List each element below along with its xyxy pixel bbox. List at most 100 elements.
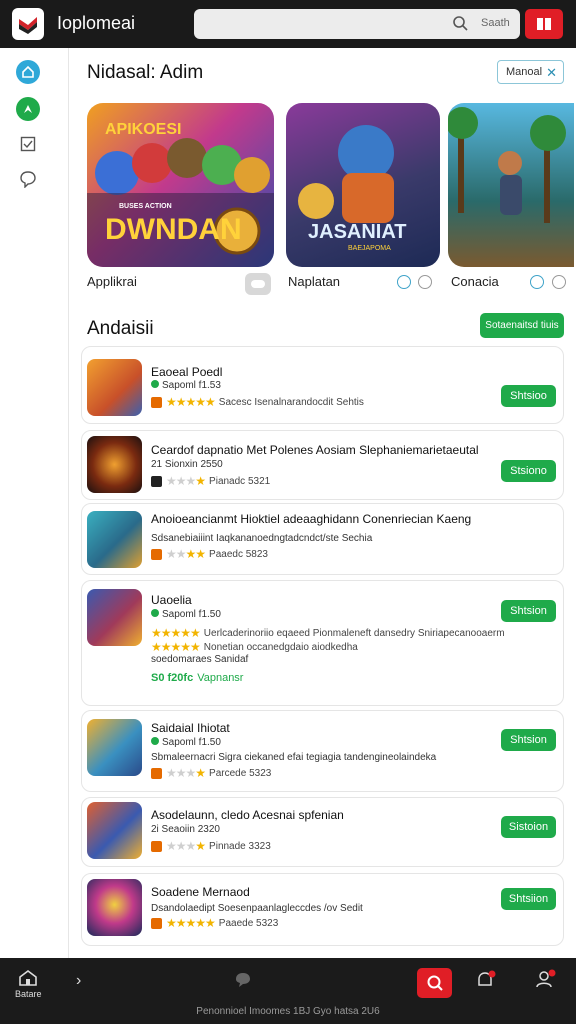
- profile-icon[interactable]: [534, 969, 556, 991]
- card-art-top: APIKOESI: [105, 121, 182, 138]
- card-art-title: JASANIAT: [308, 221, 407, 243]
- item-meta: Paaedc 5823: [209, 548, 268, 560]
- featured-card-1[interactable]: APIKOESI BUSES ACTION DWNDAN: [87, 103, 274, 267]
- search-icon: [427, 975, 443, 991]
- library-button[interactable]: [525, 9, 563, 39]
- install-button[interactable]: Sistoion: [501, 816, 556, 838]
- rail-home-icon[interactable]: [16, 60, 40, 84]
- see-all-button[interactable]: Sotaenaitsd tiuis: [480, 313, 564, 338]
- list-item[interactable]: Asodelaunn, cledo Acesnai spfenian 2i Se…: [81, 797, 564, 867]
- favorite-icon[interactable]: [530, 275, 544, 289]
- rating-badge-icon: [151, 548, 162, 560]
- rating-badge-icon: [151, 475, 162, 487]
- book-icon: [537, 18, 551, 30]
- game-thumbnail: [87, 359, 142, 416]
- rating-badge-icon: [151, 767, 162, 779]
- manage-button[interactable]: Manoal ✕: [497, 60, 564, 84]
- app-title: Ioplomeai: [57, 13, 136, 33]
- item-sub: Sdsanebiaiiint Iaqkananoedngtadcndct/ste…: [151, 533, 373, 544]
- list-item[interactable]: Uaoelia Sapoml f1.50 ★★★★★ Uerlcaderinori…: [81, 580, 564, 706]
- install-button[interactable]: Shtsioo: [501, 385, 556, 407]
- game-thumbnail: [87, 879, 142, 936]
- search-bar[interactable]: Saath: [194, 9, 520, 39]
- item-meta: Paaede 5323: [218, 917, 279, 929]
- item-sub: 21 Sionxin 2550: [151, 459, 223, 470]
- item-meta-line2: Nonetian occanedgdaio aiodkedha: [203, 641, 358, 653]
- item-title: Ceardof dapnatio Met Polenes Aosiam Slep…: [151, 443, 479, 457]
- item-meta-line1: Sbmaleernacri Sigra ciekaned efai tegiag…: [151, 752, 437, 763]
- item-sub: Sapoml f1.50: [162, 737, 221, 748]
- featured-title: Nidasal: Adim: [87, 62, 204, 83]
- app-logo[interactable]: [12, 8, 44, 40]
- verified-icon: [151, 737, 159, 745]
- item-sub: 2i Seaoiin 2320: [151, 824, 220, 835]
- featured-card-3-label: Conacia: [451, 274, 499, 289]
- game-thumbnail: [87, 719, 142, 776]
- rating-badge-icon: [151, 917, 162, 929]
- search-icon: [452, 15, 468, 36]
- game-art-image: [448, 107, 566, 223]
- verified-icon: [151, 380, 159, 388]
- info-icon[interactable]: [552, 275, 566, 289]
- item-title: Asodelaunn, cledo Acesnai spfenian: [151, 808, 344, 822]
- item-sub: Dsandolaedipt Soesenpaanlagleccdes /ov S…: [151, 903, 363, 914]
- card-art-sub: BUSES ACTION: [119, 203, 172, 210]
- item-title: Soadene Mernaod: [151, 885, 250, 899]
- rating-stars: ★★★★★: [151, 626, 201, 640]
- list-item[interactable]: Saidaial Ihiotat Sapoml f1.50 Sbmaleerna…: [81, 710, 564, 792]
- chat-icon[interactable]: [234, 971, 252, 991]
- footer-text: Penonnioel Imoomes 1BJ Gyo hatsa 2U6: [196, 1006, 380, 1017]
- item-title: Saidaial Ihiotat: [151, 721, 230, 735]
- item-meta: Parcede 5323: [209, 767, 272, 779]
- rail-chat-icon[interactable]: [16, 167, 40, 191]
- verified-icon: [151, 609, 159, 617]
- price-note: Vapnansr: [197, 672, 244, 684]
- item-meta: Pianadc 5321: [209, 475, 271, 487]
- game-thumbnail: [87, 511, 142, 568]
- item-meta: Sacesc Isenalnarandocdit Sehtis: [218, 396, 364, 408]
- game-thumbnail: [87, 436, 142, 493]
- game-thumbnail: [87, 802, 142, 859]
- item-sub: Sapoml f1.53: [162, 380, 221, 391]
- list-item[interactable]: Ceardof dapnatio Met Polenes Aosiam Slep…: [81, 430, 564, 500]
- list-item[interactable]: Eaoeal Poedl Sapoml f1.53 ★★★★★ Sacesc Is…: [81, 346, 564, 424]
- top-bar: Ioplomeai Saath: [0, 0, 576, 48]
- install-button[interactable]: Shtsion: [501, 729, 556, 751]
- home-label: Batare: [15, 989, 42, 999]
- card-art-sub: BAEJAPOMA: [348, 245, 391, 252]
- left-rail: [0, 48, 69, 958]
- install-button[interactable]: Stsiono: [501, 460, 556, 482]
- manage-label: Manoal: [506, 66, 543, 78]
- rating-stars: ★★★★★: [166, 916, 216, 930]
- list-item[interactable]: Anoioeancianmt Hioktiel adeaaghidann Con…: [81, 503, 564, 575]
- close-icon[interactable]: ✕: [546, 65, 557, 81]
- install-button[interactable]: Shtsion: [501, 600, 556, 622]
- home-icon[interactable]: [18, 969, 38, 989]
- rating-stars: ★★★★★: [151, 640, 201, 654]
- list-title: Andaisii: [87, 318, 154, 339]
- chevron-right-icon[interactable]: ›: [76, 972, 81, 990]
- install-button[interactable]: Shtsiion: [501, 888, 556, 910]
- rail-explore-icon[interactable]: [16, 97, 40, 121]
- featured-card-2[interactable]: JASANIAT BAEJAPOMA: [286, 103, 440, 267]
- rating-badge-icon: [151, 396, 162, 408]
- featured-card-1-label: Applikrai: [87, 274, 137, 289]
- rail-tasks-icon[interactable]: [16, 132, 40, 156]
- list-item[interactable]: Soadene Mernaod Dsandolaedipt Soesenpaan…: [81, 873, 564, 946]
- rating-stars: ★★★★: [166, 474, 206, 488]
- featured-card-3[interactable]: [448, 103, 574, 267]
- info-icon[interactable]: [418, 275, 432, 289]
- item-meta-line1: Uerlcaderinoriio eqaeed Pionmaleneft dan…: [203, 627, 505, 639]
- search-placeholder: Saath: [481, 17, 510, 29]
- gamepad-icon[interactable]: [245, 273, 271, 295]
- rating-stars: ★★★★: [166, 547, 206, 561]
- item-meta-line3: soedomaraes Sanidaf: [151, 654, 249, 665]
- search-button[interactable]: [417, 968, 452, 998]
- favorite-icon[interactable]: [397, 275, 411, 289]
- item-title: Uaoelia: [151, 593, 192, 607]
- rating-stars: ★★★★: [166, 839, 206, 853]
- item-sub: Sapoml f1.50: [162, 609, 221, 620]
- notifications-icon[interactable]: [475, 970, 497, 992]
- item-meta: Pinnade 3323: [209, 840, 271, 852]
- item-price: S0 f20fc: [151, 672, 194, 684]
